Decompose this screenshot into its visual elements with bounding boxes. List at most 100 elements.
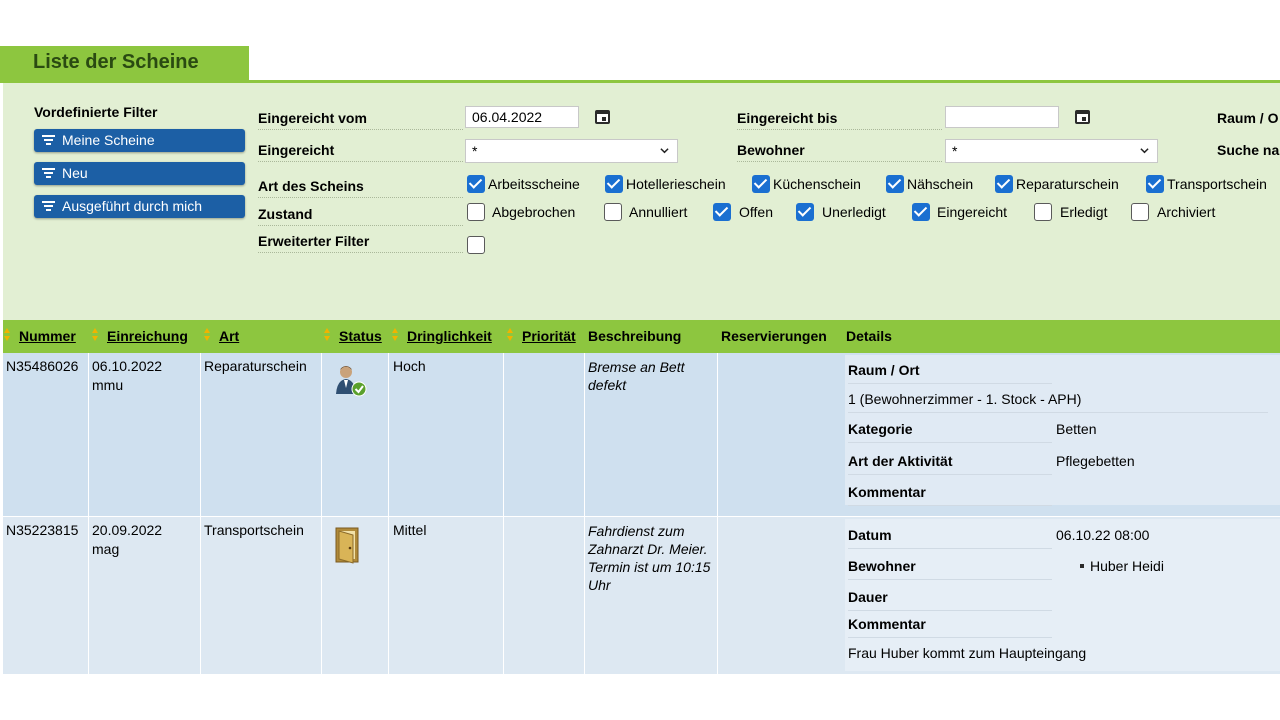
page-title: Liste der Scheine <box>33 51 199 73</box>
calendar-icon[interactable] <box>1075 108 1090 124</box>
column-header-details: Details <box>846 328 892 344</box>
column-header-beschreibung: Beschreibung <box>588 328 682 344</box>
detail-label: Kommentar <box>848 616 1052 638</box>
sort-icon[interactable] <box>204 327 211 343</box>
checkbox-abgebrochen[interactable] <box>467 203 485 221</box>
checkbox-label: Annulliert <box>629 204 688 220</box>
bewohner-label: Bewohner <box>737 142 942 162</box>
row-dringlichkeit: Hoch <box>393 358 426 374</box>
checkbox-label: Arbeitsscheine <box>488 176 580 192</box>
checkbox-annulliert[interactable] <box>604 203 622 221</box>
sort-icon[interactable] <box>507 327 514 343</box>
chevron-down-icon <box>1140 148 1149 154</box>
detail-value: Betten <box>1056 421 1097 437</box>
detail-value: 1 (Bewohnerzimmer - 1. Stock - APH) <box>848 391 1268 413</box>
zustand-label: Zustand <box>258 206 463 226</box>
column-header-prioritaet[interactable]: Priorität <box>522 328 576 344</box>
row-art: Reparaturschein <box>204 358 307 374</box>
row-dringlichkeit: Mittel <box>393 522 427 538</box>
detail-value: Pflegebetten <box>1056 453 1135 469</box>
checkbox-unerledigt[interactable] <box>796 203 814 221</box>
prefilter-button-neu[interactable]: Neu <box>34 162 245 185</box>
eingereicht-vom-label: Eingereicht vom <box>258 110 463 130</box>
checkbox-label: Nähschein <box>907 176 974 192</box>
checkbox-label: Transportschein <box>1167 176 1267 192</box>
checkbox-offen[interactable] <box>713 203 731 221</box>
checkbox-label: Eingereicht <box>937 204 1008 220</box>
row-nummer[interactable]: N35223815 <box>6 522 78 538</box>
raum-label: Raum / O <box>1217 110 1279 126</box>
prefilter-button-label: Ausgeführt durch mich <box>62 198 203 214</box>
person-check-icon <box>336 366 367 397</box>
row-user: mmu <box>92 377 124 393</box>
prefilter-button-label: Meine Scheine <box>62 132 155 148</box>
filter-icon <box>42 168 55 178</box>
checkbox-reparaturschein[interactable] <box>995 175 1013 193</box>
calendar-icon[interactable] <box>595 108 610 124</box>
checkbox-arbeitsscheine[interactable] <box>467 175 485 193</box>
filter-icon <box>42 201 55 211</box>
checkbox-kuechenschein[interactable] <box>752 175 770 193</box>
app-root: Liste der Scheine Vordefinierte Filter M… <box>0 0 1280 720</box>
column-header-art[interactable]: Art <box>219 328 239 344</box>
prefilter-button-label: Neu <box>62 165 88 181</box>
eingereicht-select-value: * <box>472 143 478 159</box>
checkbox-erweiterter-filter[interactable] <box>467 236 485 254</box>
filter-icon <box>42 135 55 145</box>
page-title-tab: Liste der Scheine <box>0 46 249 81</box>
art-label: Art des Scheins <box>258 178 463 198</box>
bewohner-select[interactable]: * <box>945 139 1158 163</box>
detail-label: Datum <box>848 527 1052 549</box>
column-header-reservierungen: Reservierungen <box>721 328 827 344</box>
eingereicht-select[interactable]: * <box>465 139 678 163</box>
detail-value: Frau Huber kommt zum Haupteingang <box>848 645 1087 661</box>
column-header-status[interactable]: Status <box>339 328 382 344</box>
checkbox-label: Unerledigt <box>822 204 886 220</box>
detail-label: Raum / Ort <box>848 362 1052 384</box>
row-nummer[interactable]: N35486026 <box>6 358 78 374</box>
detail-value: Huber Heidi <box>1080 558 1164 574</box>
checkbox-label: Hotellerieschein <box>626 176 726 192</box>
sort-icon[interactable] <box>4 327 11 343</box>
erweiterter-filter-label: Erweiterter Filter <box>258 233 463 253</box>
checkbox-label: Archiviert <box>1157 204 1216 220</box>
checkbox-label: Abgebrochen <box>492 204 576 220</box>
column-header-einreichung[interactable]: Einreichung <box>107 328 188 344</box>
row-datum: 20.09.2022 <box>92 522 163 538</box>
checkbox-erledigt[interactable] <box>1034 203 1052 221</box>
checkbox-naehschein[interactable] <box>886 175 904 193</box>
checkbox-eingereicht[interactable] <box>912 203 930 221</box>
sort-icon[interactable] <box>392 327 399 343</box>
eingereicht-vom-input[interactable]: 06.04.2022 <box>465 106 579 128</box>
detail-label: Kommentar <box>848 484 1052 506</box>
checkbox-archiviert[interactable] <box>1131 203 1149 221</box>
sort-icon[interactable] <box>324 327 331 343</box>
eingereicht-bis-label: Eingereicht bis <box>737 110 942 130</box>
detail-label: Kategorie <box>848 421 1052 443</box>
row-art: Transportschein <box>204 522 304 538</box>
detail-label: Art der Aktivität <box>848 453 1052 475</box>
chevron-down-icon <box>660 148 669 154</box>
checkbox-label: Offen <box>739 204 773 220</box>
prefilter-button-meine-scheine[interactable]: Meine Scheine <box>34 129 245 152</box>
detail-value: 06.10.22 08:00 <box>1056 527 1150 543</box>
eingereicht-label: Eingereicht <box>258 142 463 162</box>
checkbox-label: Erledigt <box>1060 204 1108 220</box>
row-user: mag <box>92 541 120 557</box>
suche-label: Suche na <box>1217 142 1280 158</box>
eingereicht-bis-input[interactable] <box>945 106 1059 128</box>
detail-label: Dauer <box>848 589 1052 611</box>
bewohner-select-value: * <box>952 143 958 159</box>
checkbox-transportschein[interactable] <box>1146 175 1164 193</box>
column-header-nummer[interactable]: Nummer <box>19 328 76 344</box>
row-beschreibung: Fahrdienst zum Zahnarzt Dr. Meier. Termi… <box>588 523 711 593</box>
prefilter-title: Vordefinierte Filter <box>34 104 158 120</box>
checkbox-label: Reparaturschein <box>1016 176 1119 192</box>
checkbox-hotellerieschein[interactable] <box>605 175 623 193</box>
column-header-dringlichkeit[interactable]: Dringlichkeit <box>407 328 492 344</box>
row-datum: 06.10.2022 <box>92 358 163 374</box>
sort-icon[interactable] <box>92 327 99 343</box>
prefilter-button-ausgefuehrt[interactable]: Ausgeführt durch mich <box>34 195 245 218</box>
open-door-icon <box>335 527 359 564</box>
checkbox-label: Küchenschein <box>773 176 861 192</box>
